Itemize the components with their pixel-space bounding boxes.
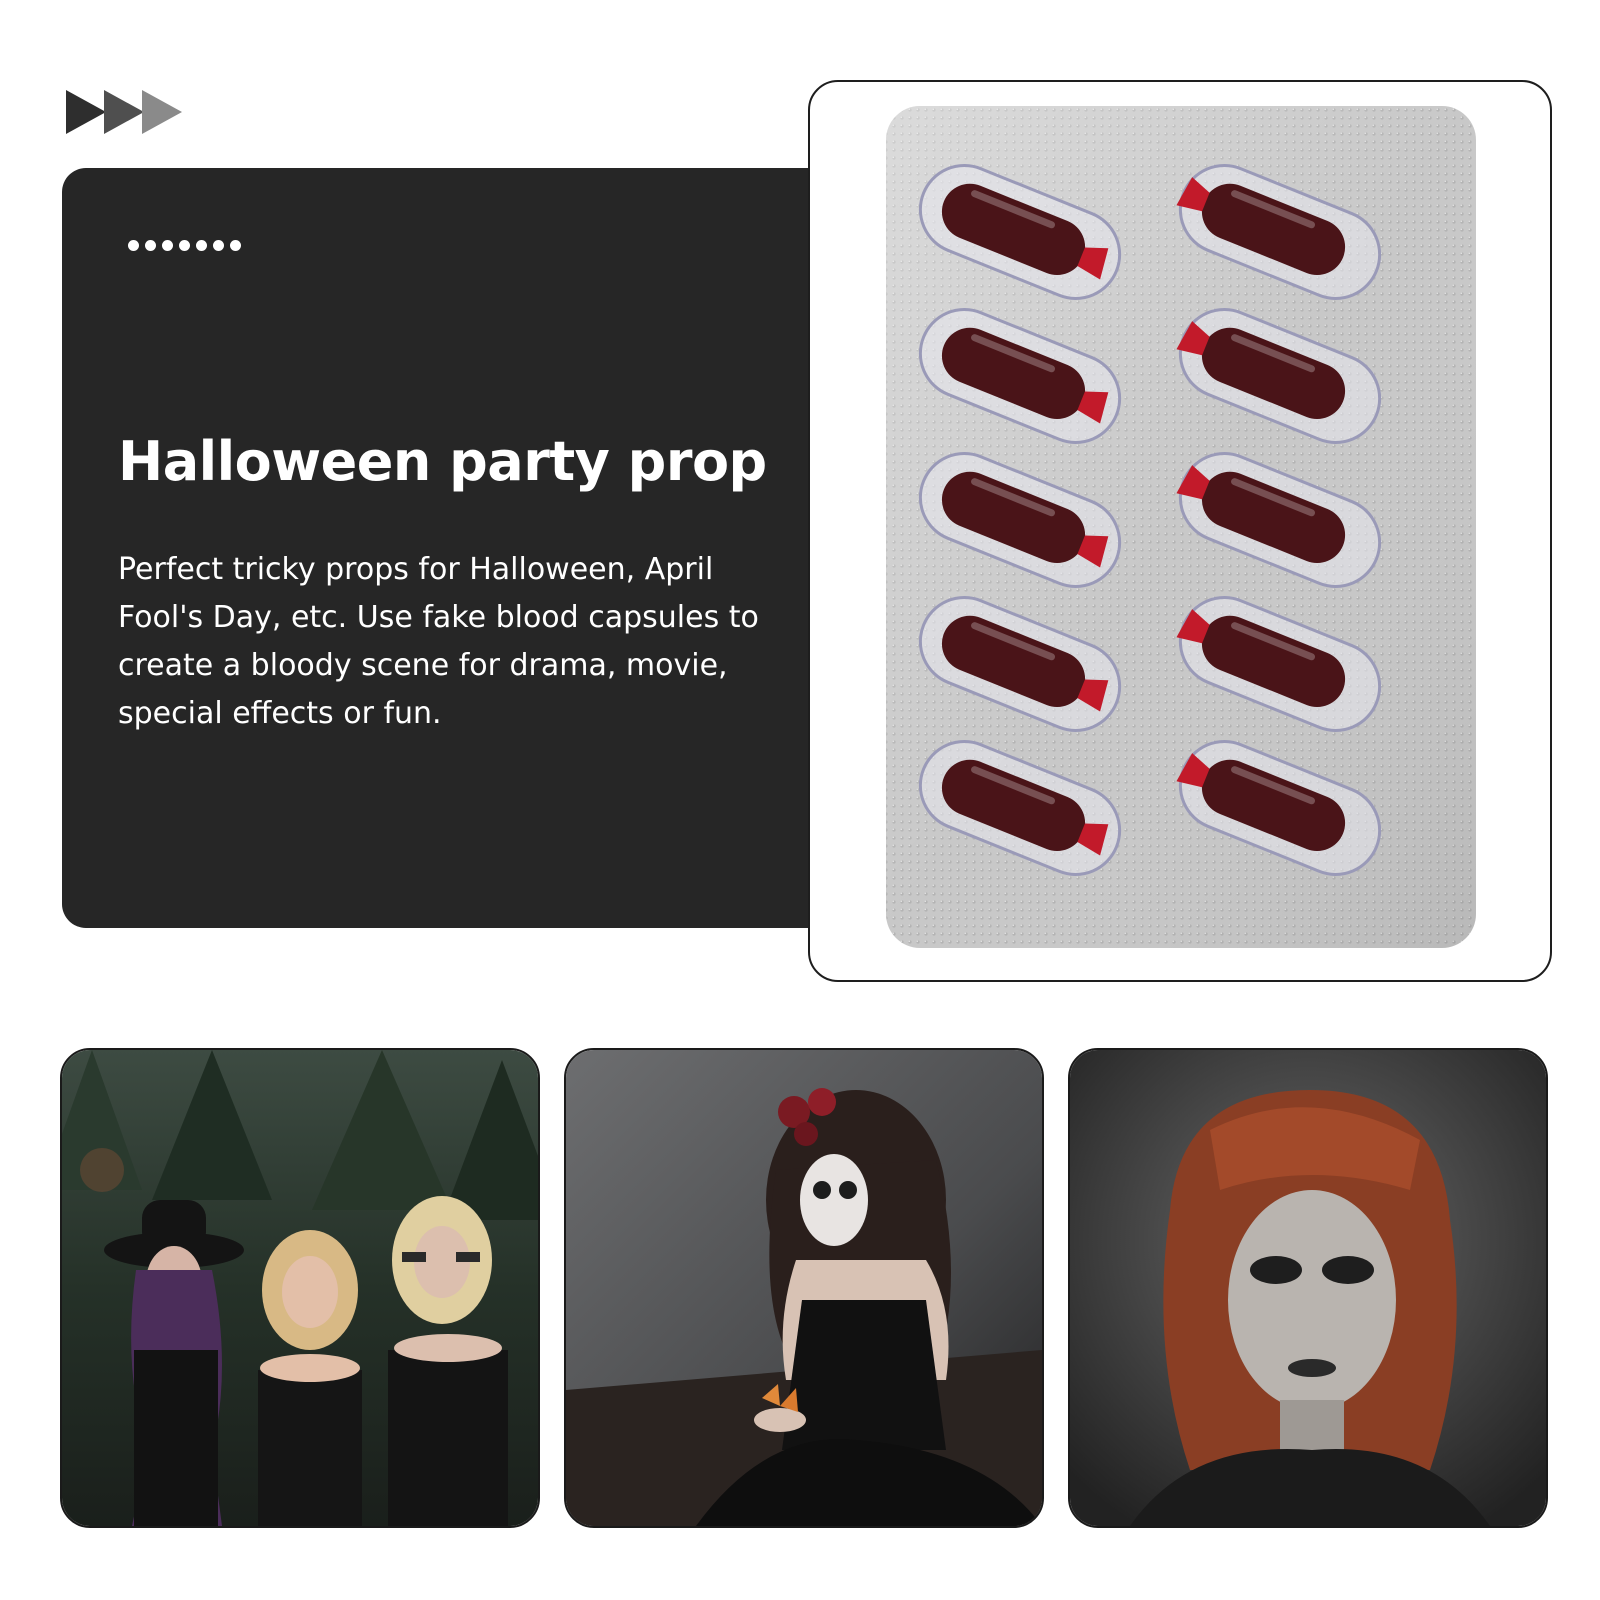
photo-gothic-redhead	[1068, 1048, 1548, 1528]
feature-text-panel: Halloween party prop Perfect tricky prop…	[62, 168, 822, 928]
dot-icon	[230, 240, 241, 251]
triple-arrow-icon	[66, 90, 182, 134]
dot-icon	[179, 240, 190, 251]
dot-icon	[162, 240, 173, 251]
description: Perfect tricky props for Halloween, Apri…	[118, 552, 759, 731]
photo-sugar-skull	[564, 1048, 1044, 1528]
blister-pack-image	[886, 106, 1476, 948]
dot-icon	[196, 240, 207, 251]
dot-icon	[213, 240, 224, 251]
dot-icon	[128, 240, 139, 251]
photo-gothic-trio	[60, 1048, 540, 1528]
dots-decoration	[128, 240, 241, 251]
dot-icon	[145, 240, 156, 251]
product-image-frame	[808, 80, 1552, 982]
headline: Halloween party prop	[118, 430, 767, 493]
